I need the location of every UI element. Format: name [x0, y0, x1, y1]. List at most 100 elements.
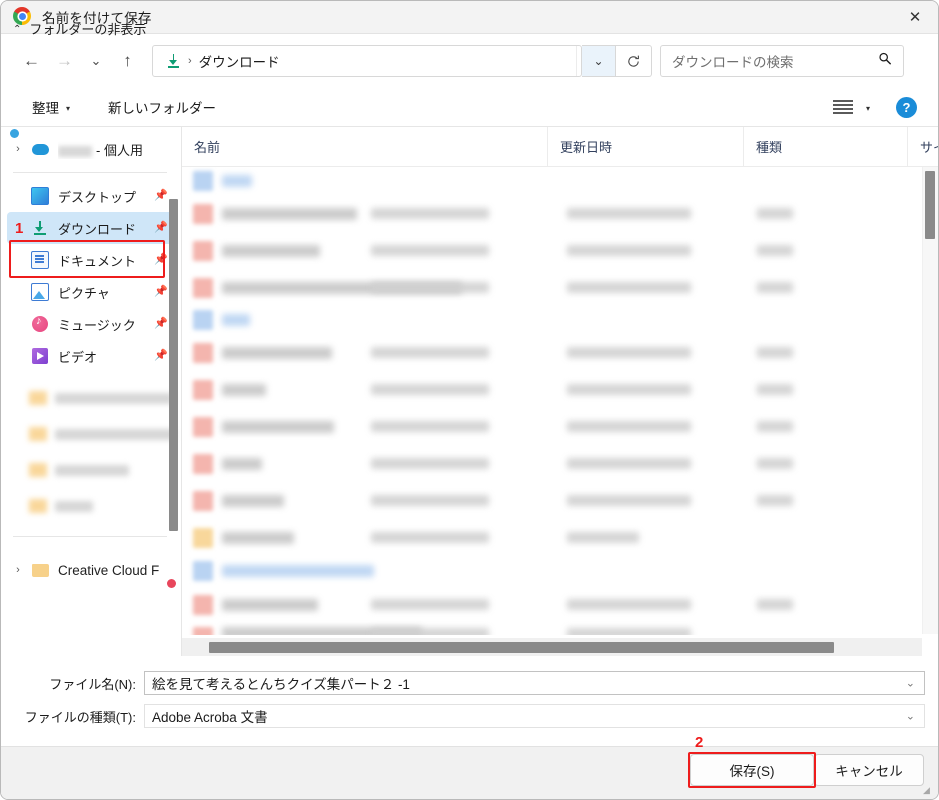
pin-icon[interactable]: 📌 — [154, 190, 168, 202]
pdf-icon — [193, 594, 213, 615]
sidebar-item-onedrive[interactable]: › - 個人用 — [7, 133, 175, 165]
file-size-cell — [757, 282, 793, 293]
chevron-right-icon[interactable]: › — [7, 564, 29, 576]
back-button[interactable]: ← — [15, 45, 48, 78]
column-header-date[interactable]: 更新日時 — [547, 127, 743, 166]
pdf-icon — [193, 453, 213, 474]
hide-folders-toggle[interactable]: ⌃ フォルダーの非表示 — [13, 19, 146, 38]
file-name-cell — [222, 175, 252, 187]
file-list-scrollbar-track[interactable] — [922, 167, 938, 634]
dialog-body: › - 個人用 デスクトップ 📌 ダウンロード 📌 ドキュメント 📌 ピクチャ … — [1, 127, 938, 656]
pin-icon[interactable]: 📌 — [154, 350, 168, 362]
file-list-hscrollbar-thumb[interactable] — [209, 642, 834, 653]
file-size-cell — [757, 347, 793, 358]
sidebar-item-label: - 個人用 — [58, 140, 143, 159]
sidebar-item-redacted[interactable] — [7, 488, 175, 524]
table-row[interactable] — [182, 195, 938, 232]
pdf-icon — [193, 240, 213, 261]
pin-icon[interactable]: 📌 — [154, 222, 168, 234]
resize-grip[interactable]: ◢ — [923, 786, 933, 796]
table-row[interactable] — [182, 269, 938, 306]
pdf-icon — [193, 627, 213, 635]
search-input[interactable]: ダウンロードの検索 — [672, 51, 794, 71]
table-row[interactable] — [182, 586, 938, 623]
sidebar-item-label — [55, 500, 93, 512]
pdf-icon — [193, 342, 213, 363]
table-row[interactable] — [182, 445, 938, 482]
file-name-cell — [222, 420, 334, 433]
table-row[interactable] — [182, 482, 938, 519]
sidebar-item-desktop[interactable]: デスクトップ 📌 — [7, 180, 175, 212]
sidebar-item-redacted[interactable] — [7, 452, 175, 488]
save-button[interactable]: 保存(S) — [690, 754, 814, 786]
forward-button[interactable]: → — [48, 45, 81, 78]
filetype-field[interactable]: Adobe Acroba 文書 ⌄ — [144, 704, 925, 728]
breadcrumb-separator: › — [188, 55, 192, 67]
onedrive-cloud-icon — [29, 140, 51, 158]
column-header-name[interactable]: 名前 ⌄ — [182, 127, 547, 166]
close-icon[interactable]: ✕ — [892, 1, 938, 33]
sidebar-item-videos[interactable]: ビデオ 📌 — [7, 340, 175, 372]
chevron-down-icon[interactable]: ⌄ — [906, 710, 915, 723]
new-folder-button[interactable]: 新しいフォルダー — [100, 93, 224, 121]
table-row[interactable] — [182, 306, 938, 334]
table-row[interactable] — [182, 232, 938, 269]
filename-value[interactable]: 絵を見て考えるとんちクイズ集パート２ -1 — [152, 673, 410, 693]
sidebar-item-creative-cloud[interactable]: › Creative Cloud F — [7, 554, 175, 586]
refresh-icon[interactable] — [616, 45, 652, 77]
table-row[interactable] — [182, 408, 938, 445]
organize-button[interactable]: 整理 ▾ — [24, 93, 78, 121]
address-dropdown-button[interactable]: ⌄ — [582, 45, 616, 77]
search-icon — [878, 52, 892, 71]
view-list-icon[interactable] — [832, 100, 853, 114]
table-row[interactable] — [182, 334, 938, 371]
file-type-cell — [567, 495, 691, 506]
sidebar-item-redacted[interactable] — [7, 380, 175, 416]
file-date-cell — [371, 282, 489, 293]
recent-locations-button[interactable]: ⌄ — [81, 45, 111, 78]
chevron-down-icon[interactable]: ⌄ — [906, 677, 915, 690]
table-row[interactable] — [182, 371, 938, 408]
filename-field[interactable]: 絵を見て考えるとんちクイズ集パート２ -1 ⌄ — [144, 671, 925, 695]
search-box[interactable]: ダウンロードの検索 — [660, 45, 904, 77]
table-row[interactable] — [182, 623, 938, 635]
pin-icon[interactable]: 📌 — [154, 286, 168, 298]
file-list-scrollbar-thumb[interactable] — [925, 171, 935, 239]
file-name-cell — [222, 531, 294, 544]
filetype-value[interactable]: Adobe Acroba 文書 — [152, 706, 268, 726]
save-form: ファイル名(N): 絵を見て考えるとんちクイズ集パート２ -1 ⌄ ファイルの種… — [1, 656, 938, 746]
file-date-cell — [371, 208, 489, 219]
file-type-cell — [567, 421, 691, 432]
sidebar-item-downloads[interactable]: ダウンロード 📌 — [7, 212, 175, 244]
download-icon — [164, 54, 182, 68]
file-date-cell — [371, 627, 489, 635]
file-size-cell — [757, 458, 793, 469]
pin-icon[interactable]: 📌 — [154, 318, 168, 330]
view-chevron-down-icon[interactable]: ▾ — [866, 104, 870, 113]
chevron-right-icon[interactable]: › — [7, 143, 29, 155]
table-row[interactable] — [182, 167, 938, 195]
column-header-size[interactable]: サイズ — [907, 127, 938, 166]
file-list-hscrollbar-track[interactable] — [182, 638, 922, 656]
cancel-button[interactable]: キャンセル — [814, 754, 924, 786]
sidebar-scrollbar[interactable] — [169, 199, 178, 531]
file-type-cell — [567, 627, 691, 635]
file-date-cell — [371, 347, 489, 358]
sidebar-item-pictures[interactable]: ピクチャ 📌 — [7, 276, 175, 308]
table-row[interactable] — [182, 519, 938, 556]
sidebar-item-redacted[interactable] — [7, 416, 175, 452]
pdf-icon — [193, 277, 213, 298]
address-bar[interactable]: › ダウンロード — [152, 45, 582, 77]
breadcrumb-path[interactable]: ダウンロード — [199, 51, 280, 71]
column-header-type[interactable]: 種類 — [743, 127, 907, 166]
sidebar-item-documents[interactable]: ドキュメント 📌 — [7, 244, 175, 276]
command-bar: 整理 ▾ 新しいフォルダー ▾ ? — [1, 88, 938, 127]
up-button[interactable]: ↑ — [111, 45, 144, 78]
sidebar-item-music[interactable]: ミュージック 📌 — [7, 308, 175, 340]
help-icon[interactable]: ? — [896, 96, 917, 118]
navigation-pane: › - 個人用 デスクトップ 📌 ダウンロード 📌 ドキュメント 📌 ピクチャ … — [1, 127, 182, 656]
creative-cloud-folder-icon — [29, 561, 51, 579]
file-name-cell — [222, 598, 318, 611]
table-row[interactable] — [182, 556, 938, 586]
pin-icon[interactable]: 📌 — [154, 254, 168, 266]
